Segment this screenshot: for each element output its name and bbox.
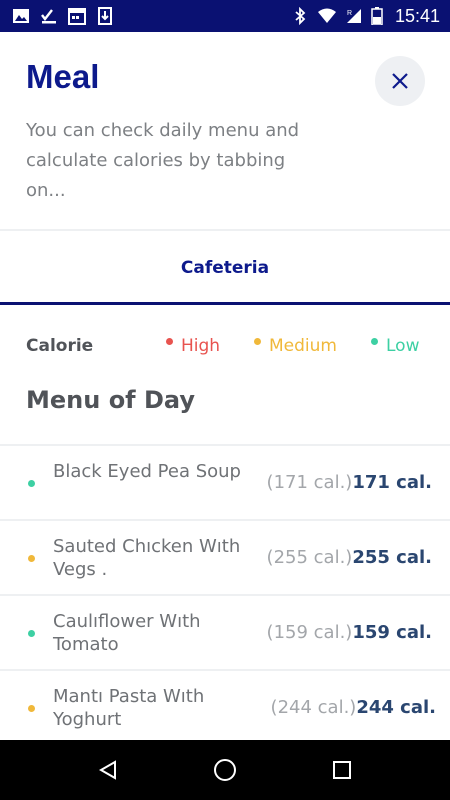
tab-cafeteria[interactable]: Cafeteria [181, 258, 269, 278]
list-item[interactable]: Sauted Chıcken Wıth Vegs . (255 cal.)255… [0, 519, 450, 594]
item-calories: (171 cal.)171 cal. [267, 472, 432, 493]
download-icon [98, 7, 112, 25]
item-calories-value: 255 cal. [352, 547, 432, 568]
item-calories: (244 cal.)244 cal. [271, 697, 436, 718]
bluetooth-icon [295, 7, 306, 25]
item-name: Black Eyed Pea Soup [53, 461, 241, 482]
legend-medium-label: Medium [269, 336, 337, 356]
medium-dot-icon [254, 337, 261, 345]
medium-dot-icon [28, 555, 35, 562]
image-icon [13, 9, 29, 23]
legend-title: Calorie [26, 336, 94, 356]
item-calories-paren: (255 cal.) [266, 547, 353, 568]
item-calories-paren: (244 cal.) [270, 697, 357, 718]
calorie-legend: Calorie High Medium Low [0, 328, 450, 368]
item-calories-value: 171 cal. [352, 472, 432, 493]
check-download-icon [41, 9, 56, 24]
status-bar: R 15:41 [0, 0, 450, 32]
medium-dot-icon [28, 705, 35, 712]
list-item[interactable]: Mantı Pasta Wıth Yoghurt (244 cal.)244 c… [0, 669, 450, 744]
item-name: Caulıflower Wıth Tomato [53, 611, 201, 655]
item-name: Sauted Chıcken Wıth Vegs . [53, 536, 241, 580]
legend-low: Low [371, 336, 419, 356]
status-time: 15:41 [394, 5, 440, 26]
page-subtitle: You can check daily menu and calculate c… [26, 120, 300, 201]
legend-high-label: High [181, 336, 221, 356]
wifi-icon [317, 8, 336, 23]
low-dot-icon [28, 480, 35, 487]
close-button[interactable] [375, 56, 425, 106]
high-dot-icon [166, 337, 173, 345]
svg-text:R: R [347, 10, 352, 17]
battery-icon [371, 7, 383, 25]
recents-button[interactable] [322, 750, 362, 790]
menu-list: Black Eyed Pea Soup (171 cal.)171 cal. S… [0, 444, 450, 744]
legend-high: High [166, 336, 220, 356]
system-nav-bar [0, 740, 450, 800]
calendar-icon [68, 8, 86, 25]
list-item[interactable]: Black Eyed Pea Soup (171 cal.)171 cal. [0, 444, 450, 519]
header: Meal You can check daily menu and calcul… [0, 32, 450, 230]
back-button[interactable] [88, 750, 128, 790]
list-item[interactable]: Caulıflower Wıth Tomato (159 cal.)159 ca… [0, 594, 450, 669]
signal-icon: R [346, 9, 361, 23]
close-icon [392, 73, 408, 89]
item-calories-value: 159 cal. [352, 622, 432, 643]
status-system: R 15:41 [291, 6, 440, 27]
low-dot-icon [371, 337, 378, 345]
item-calories-paren: (171 cal.) [266, 472, 353, 493]
legend-medium: Medium [254, 336, 337, 356]
low-dot-icon [28, 630, 35, 637]
item-name: Mantı Pasta Wıth Yoghurt [53, 686, 205, 730]
item-calories-value: 244 cal. [356, 697, 436, 718]
item-calories: (159 cal.)159 cal. [267, 622, 432, 643]
tab-bar: Cafeteria [0, 231, 450, 303]
back-icon [99, 760, 117, 780]
home-icon [213, 759, 236, 781]
page-title: Meal [26, 58, 100, 95]
item-calories-paren: (159 cal.) [266, 622, 353, 643]
legend-low-label: Low [386, 336, 420, 356]
menu-title: Menu of Day [26, 386, 195, 414]
home-button[interactable] [205, 750, 245, 790]
recents-icon [332, 761, 351, 779]
tab-active-indicator [0, 302, 450, 305]
status-notifications [12, 7, 114, 25]
item-calories: (255 cal.)255 cal. [267, 547, 432, 568]
